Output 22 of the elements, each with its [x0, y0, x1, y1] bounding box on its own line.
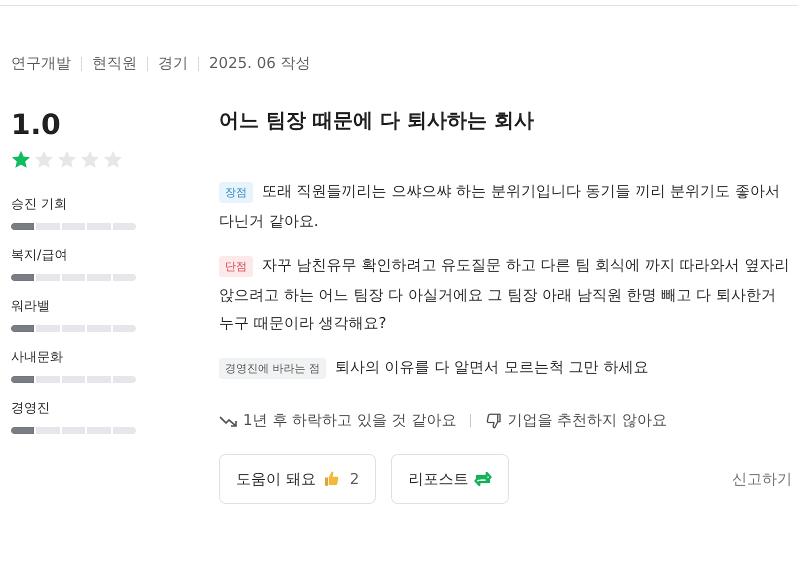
meta-text: 2025. 06 작성 [209, 54, 311, 73]
meta-text: 경기 [158, 54, 188, 73]
trend-down-icon [219, 414, 239, 428]
category-label: 복지/급여 [11, 247, 68, 264]
helpful-button[interactable]: 도움이 돼요 2 [219, 454, 376, 504]
meta-text: 현직원 [92, 54, 137, 73]
rating-score: 1.0 [11, 111, 62, 139]
thumbs-down-icon [485, 412, 504, 430]
outlook-text: 1년 후 하락하고 있을 것 같아요 [243, 411, 456, 430]
repost-icon [474, 470, 492, 488]
category-label: 사내문화 [11, 349, 64, 366]
review-title: 어느 팀장 때문에 다 퇴사하는 회사 [219, 107, 535, 133]
category-label: 워라밸 [11, 298, 51, 315]
review-paragraph: 단점 자꾸 남친유무 확인하려고 유도질문 하고 다른 팀 회식에 까지 따라와서 옆자리 앉으려고 하는 어느 팀장 다 아실거에요 그 팀장 아래 남직원 한명 빼고 다 퇴사한거 누구 때문이라 생각해요? [219, 255, 790, 334]
review-paragraph: 경영진에 바라는 점 퇴사의 이유를 다 알면서 모르는척 그만 하세요 [219, 353, 792, 383]
category-label: 승진 기회 [11, 196, 68, 213]
meta-text: 연구개발 [11, 54, 71, 73]
review-paragraph: 장점 또래 직원들끼리는 으쌰으쌰 하는 분위기입니다 동기들 끼리 분위기도 좋아서 다닌거 같아요. [219, 181, 781, 232]
category-label: 경영진 [11, 400, 51, 417]
report-link[interactable]: 신고하기 [732, 470, 792, 488]
recommend-text: 기업을 추천하지 않아요 [507, 411, 667, 430]
repost-button[interactable]: 리포스트 [391, 454, 510, 504]
